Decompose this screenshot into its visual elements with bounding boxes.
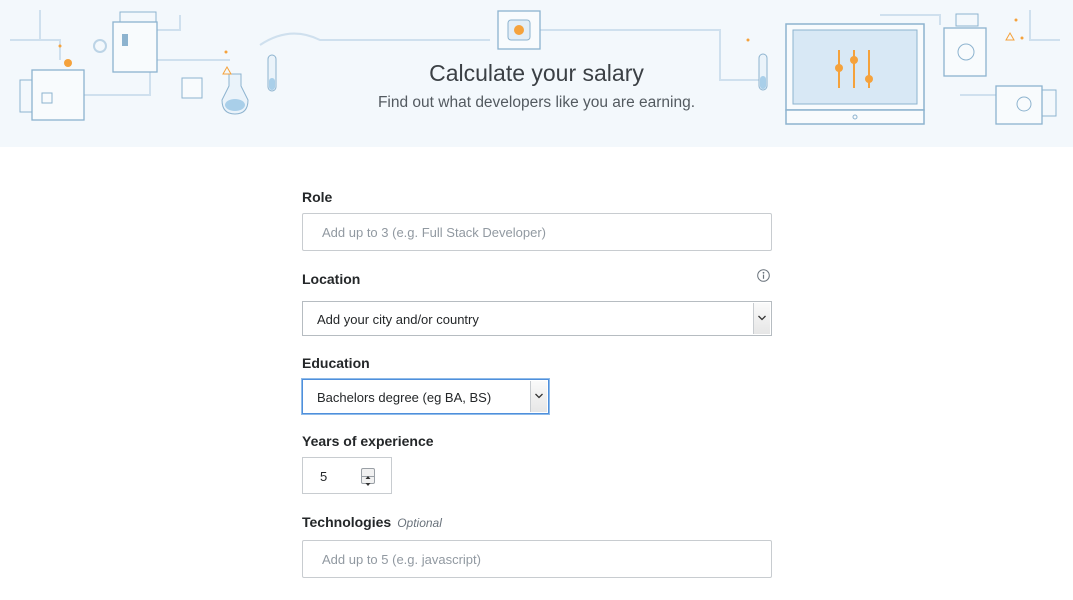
page-subtitle: Find out what developers like you are ea… bbox=[377, 94, 696, 111]
chevron-down-icon bbox=[535, 393, 543, 399]
experience-value: 5 bbox=[320, 469, 328, 484]
education-select[interactable]: Bachelors degree (eg BA, BS) bbox=[302, 379, 549, 414]
location-label: Location bbox=[302, 271, 361, 287]
decrement-button[interactable] bbox=[362, 476, 374, 486]
role-label: Role bbox=[302, 189, 333, 205]
optional-tag: Optional bbox=[397, 516, 442, 530]
education-selected-value: Bachelors degree (eg BA, BS) bbox=[317, 390, 492, 405]
education-dropdown-toggle[interactable] bbox=[530, 381, 547, 412]
technologies-label-text: Technologies bbox=[302, 514, 392, 530]
experience-stepper[interactable]: 5 bbox=[302, 457, 392, 494]
chevron-down-icon bbox=[758, 315, 766, 321]
hero-banner: Calculate your salary Find out what deve… bbox=[0, 0, 1073, 147]
experience-label: Years of experience bbox=[302, 433, 434, 449]
technologies-label: Technologies Optional bbox=[302, 514, 442, 530]
page-title: Calculate your salary bbox=[429, 60, 644, 86]
location-selected-value: Add your city and/or country bbox=[317, 312, 479, 327]
technologies-input[interactable] bbox=[302, 540, 772, 578]
role-input[interactable] bbox=[302, 213, 772, 251]
education-label: Education bbox=[302, 355, 370, 371]
location-select[interactable]: Add your city and/or country bbox=[302, 301, 772, 336]
experience-spinner[interactable] bbox=[361, 468, 375, 486]
info-icon[interactable] bbox=[757, 269, 770, 282]
location-dropdown-toggle[interactable] bbox=[753, 303, 770, 334]
caret-down-icon bbox=[365, 483, 371, 486]
